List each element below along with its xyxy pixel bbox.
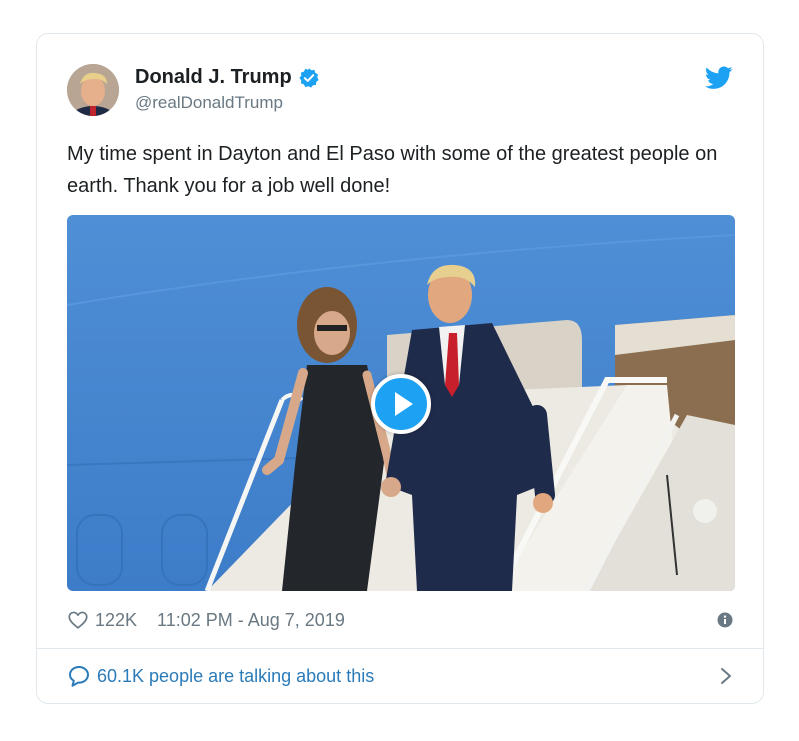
like-count: 122K	[95, 609, 138, 630]
info-circle-icon[interactable]	[717, 612, 733, 628]
tweet-meta-row: 122K 11:02 PM - Aug 7, 2019	[67, 605, 733, 635]
display-name[interactable]: Donald J. Trump	[135, 66, 292, 89]
author-handle[interactable]: @realDonaldTrump	[135, 93, 320, 113]
video-thumbnail[interactable]	[67, 215, 735, 591]
tweet-timestamp[interactable]: 11:02 PM - Aug 7, 2019	[157, 610, 345, 631]
verified-badge-icon	[299, 67, 319, 88]
conversation-link[interactable]: 60.1K people are talking about this	[67, 660, 733, 692]
like-button[interactable]: 122K	[67, 609, 137, 631]
conversation-label: 60.1K people are talking about this	[97, 665, 375, 686]
heart-outline-icon	[68, 611, 88, 629]
play-button[interactable]	[371, 374, 431, 434]
tweet-header: Donald J. Trump @realDonaldTrump	[67, 64, 733, 120]
embedded-tweet-card: Donald J. Trump @realDonaldTrump My time…	[36, 33, 764, 704]
twitter-bird-icon[interactable]	[705, 66, 733, 90]
author-names: Donald J. Trump @realDonaldTrump	[135, 66, 320, 113]
display-name-row: Donald J. Trump	[135, 66, 320, 89]
play-icon	[395, 392, 413, 416]
chevron-right-icon[interactable]	[719, 666, 733, 686]
tweet-text: My time spent in Dayton and El Paso with…	[67, 143, 718, 197]
card-divider	[37, 648, 763, 649]
avatar[interactable]	[67, 64, 119, 116]
speech-bubble-icon	[69, 666, 89, 687]
